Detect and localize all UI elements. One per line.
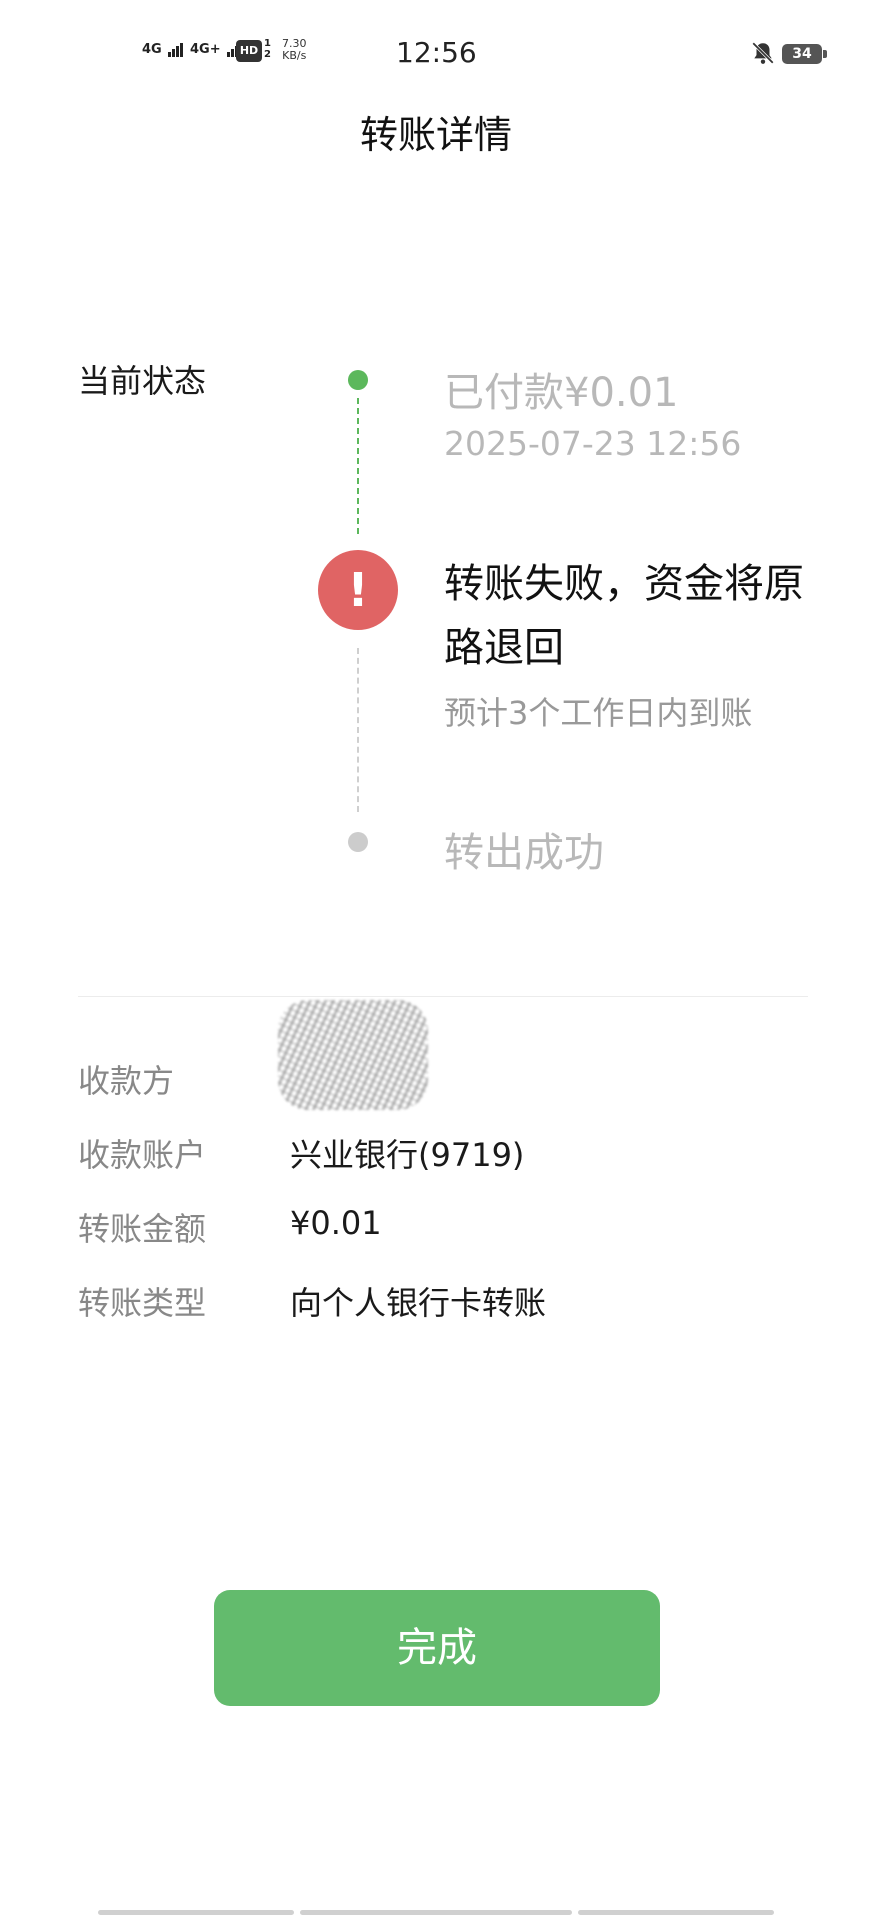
current-status-label: 当前状态 xyxy=(78,362,207,400)
battery-icon: 34 xyxy=(782,44,827,64)
bell-off-icon xyxy=(752,42,774,64)
timeline-connector-done xyxy=(357,398,359,534)
transfer-type-value: 向个人银行卡转账 xyxy=(290,1284,547,1322)
sim1-label: 4G xyxy=(142,42,162,57)
step-done-dot xyxy=(348,370,368,390)
step-failed-subtitle: 预计3个工作日内到账 xyxy=(444,694,753,732)
done-button[interactable]: 完成 xyxy=(214,1590,660,1706)
payee-account-label: 收款账户 xyxy=(78,1136,207,1174)
net-speed-unit: KB/s xyxy=(282,49,307,62)
divider xyxy=(78,996,808,997)
network-speed: 7.30 KB/s xyxy=(282,38,307,62)
status-bar: 4G 4G+ HD 12 7.30 KB/s 12:56 34 xyxy=(0,0,872,110)
nav-bar-segment[interactable] xyxy=(578,1910,774,1915)
step-paid-time: 2025-07-23 12:56 xyxy=(444,424,742,463)
nav-bar-segment[interactable] xyxy=(98,1910,294,1915)
hd-slot-numbers: 12 xyxy=(264,38,271,60)
step-success-title: 转出成功 xyxy=(444,830,604,876)
amount-label: 转账金额 xyxy=(78,1210,207,1248)
transfer-type-label: 转账类型 xyxy=(78,1284,207,1322)
payee-name-redacted xyxy=(278,1000,428,1110)
error-icon: ! xyxy=(318,550,398,630)
transfer-detail-page: 4G 4G+ HD 12 7.30 KB/s 12:56 34 转账详情 当前状… xyxy=(0,0,872,1920)
timeline-connector-pending xyxy=(357,648,359,812)
signal-icon xyxy=(168,42,184,57)
step-paid-title: 已付款¥0.01 xyxy=(444,370,679,416)
amount-value: ¥0.01 xyxy=(290,1204,382,1242)
step-failed-title: 转账失败，资金将原路退回 xyxy=(444,561,804,671)
status-time: 12:56 xyxy=(396,36,477,69)
sim2-label: 4G+ xyxy=(190,42,221,57)
payee-account-value: 兴业银行(9719) xyxy=(290,1136,525,1174)
sim1-signal: 4G xyxy=(142,42,184,57)
nav-bar-segment[interactable] xyxy=(300,1910,572,1915)
hd-icon: HD xyxy=(236,40,262,62)
step-pending-dot xyxy=(348,832,368,852)
payee-label: 收款方 xyxy=(78,1062,175,1100)
page-title: 转账详情 xyxy=(359,113,512,157)
